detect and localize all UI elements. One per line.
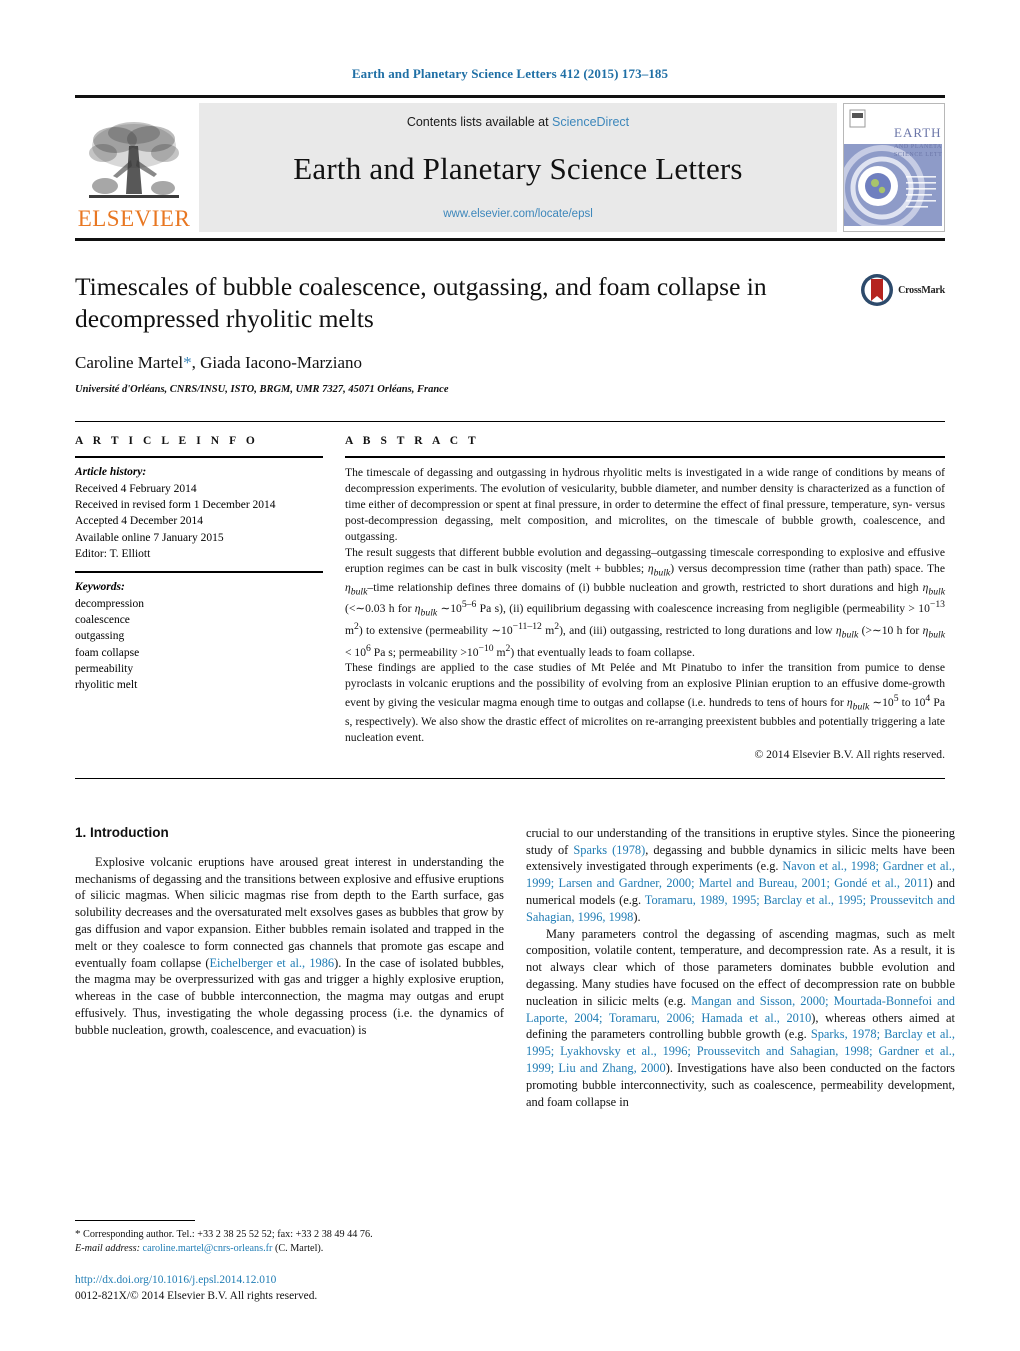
article-history-group: Article history: Received 4 February 201…	[75, 458, 323, 571]
intro-paragraph-right-1: crucial to our understanding of the tran…	[526, 825, 956, 924]
body-columns: 1. Introduction Explosive volcanic erupt…	[75, 825, 955, 1111]
corresponding-author-note: * Corresponding author. Tel.: +33 2 38 2…	[75, 1227, 504, 1242]
contents-available-line: Contents lists available at ScienceDirec…	[407, 115, 629, 129]
abstract-body: The timescale of degassing and outgassin…	[345, 458, 945, 763]
contents-prefix: Contents lists available at	[406, 115, 553, 129]
journal-title: Earth and Planetary Science Letters	[293, 150, 743, 186]
keyword-item: decompression	[75, 597, 144, 610]
body-column-right: crucial to our understanding of the tran…	[526, 825, 955, 1111]
divider	[75, 777, 945, 779]
crossmark-badge[interactable]: CrossMark	[860, 273, 945, 307]
journal-cover-thumbnail: EARTH AND PLANETARY SCIENCE LETTERS	[843, 103, 945, 232]
footnote-block: * Corresponding author. Tel.: +33 2 38 2…	[75, 1219, 504, 1305]
keywords-label: Keywords:	[75, 581, 125, 594]
abstract-column: A B S T R A C T The timescale of degassi…	[345, 422, 945, 763]
journal-masthead: ELSEVIER Contents lists available at Sci…	[75, 95, 945, 241]
issn-copyright-line: 0012-821X/© 2014 Elsevier B.V. All right…	[75, 1290, 318, 1303]
email-suffix: (C. Martel).	[274, 1242, 324, 1254]
intro-paragraph-right-2: Many parameters control the degassing of…	[526, 926, 955, 1109]
sciencedirect-link[interactable]: ScienceDirect	[552, 115, 629, 129]
elsevier-tree-icon	[89, 122, 179, 198]
paper-page: Earth and Planetary Science Letters 412 …	[0, 0, 1020, 1351]
footnote-star: *	[75, 1227, 81, 1240]
crossmark-icon	[861, 274, 894, 306]
elsevier-logo: ELSEVIER	[75, 103, 193, 232]
keyword-item: permeability	[75, 662, 134, 675]
abstract-paragraph: The result suggests that different bubbl…	[345, 546, 946, 659]
page-title: Timescales of bubble coalescence, outgas…	[75, 272, 767, 334]
email-note: E-mail address: caroline.martel@cnrs-orl…	[75, 1242, 504, 1256]
affiliation: Université d'Orléans, CNRS/INSU, ISTO, B…	[75, 384, 449, 396]
article-info-heading: A R T I C L E I N F O	[75, 435, 259, 448]
keyword-item: outgassing	[75, 630, 125, 643]
keyword-item: coalescence	[75, 613, 130, 626]
history-item: Received 4 February 2014	[75, 482, 197, 495]
author-primary: Caroline Martel	[75, 353, 184, 373]
running-head: Earth and Planetary Science Letters 412 …	[351, 66, 669, 81]
history-item: Editor: T. Elliott	[75, 547, 151, 560]
history-item: Available online 7 January 2015	[75, 531, 224, 544]
history-item: Received in revised form 1 December 2014	[75, 498, 276, 511]
history-item: Accepted 4 December 2014	[75, 515, 204, 528]
footnote-divider	[75, 1219, 195, 1221]
crossmark-label: CrossMark	[898, 284, 945, 296]
keyword-item: rhyolitic melt	[75, 679, 138, 692]
elsevier-wordmark: ELSEVIER	[77, 206, 191, 231]
cover-artwork: EARTH AND PLANETARY SCIENCE LETTERS	[844, 104, 944, 231]
abstract-copyright: © 2014 Elsevier B.V. All rights reserved…	[754, 747, 945, 761]
title-block: Timescales of bubble coalescence, outgas…	[75, 271, 945, 395]
doi-link[interactable]: http://dx.doi.org/10.1016/j.epsl.2014.12…	[75, 1274, 276, 1286]
abstract-paragraph: These findings are applied to the case s…	[345, 661, 945, 744]
section-heading-introduction: 1. Introduction	[75, 824, 169, 840]
keywords-group: Keywords: decompression coalescence outg…	[75, 573, 323, 702]
abstract-paragraph: The timescale of degassing and outgassin…	[345, 466, 945, 544]
masthead-center: Contents lists available at ScienceDirec…	[199, 103, 837, 232]
keyword-item: foam collapse	[75, 646, 140, 659]
svg-text:SCIENCE LETTERS: SCIENCE LETTERS	[894, 152, 942, 158]
article-info-column: A R T I C L E I N F O Article history: R…	[75, 422, 323, 763]
intro-paragraph-left: Explosive volcanic eruptions have arouse…	[75, 854, 504, 1037]
svg-text:EARTH: EARTH	[894, 125, 942, 140]
corresponding-author-text: Corresponding author. Tel.: +33 2 38 25 …	[83, 1228, 373, 1240]
svg-text:AND PLANETARY: AND PLANETARY	[894, 144, 942, 150]
doi-block: http://dx.doi.org/10.1016/j.epsl.2014.12…	[75, 1272, 504, 1305]
abstract-heading: A B S T R A C T	[345, 435, 480, 448]
corresponding-author-marker[interactable]: *	[183, 353, 192, 372]
email-link[interactable]: caroline.martel@cnrs-orleans.fr	[143, 1243, 273, 1254]
author-secondary: , Giada Iacono-Marziano	[191, 353, 362, 373]
body-column-left: 1. Introduction Explosive volcanic erupt…	[75, 825, 504, 1111]
author-list: Caroline Martel*, Giada Iacono-Marziano	[75, 353, 945, 373]
email-label: E-mail address:	[75, 1242, 140, 1254]
info-abstract-section: A R T I C L E I N F O Article history: R…	[75, 421, 945, 763]
journal-homepage-link[interactable]: www.elsevier.com/locate/epsl	[443, 208, 593, 220]
article-history-label: Article history:	[75, 466, 147, 479]
